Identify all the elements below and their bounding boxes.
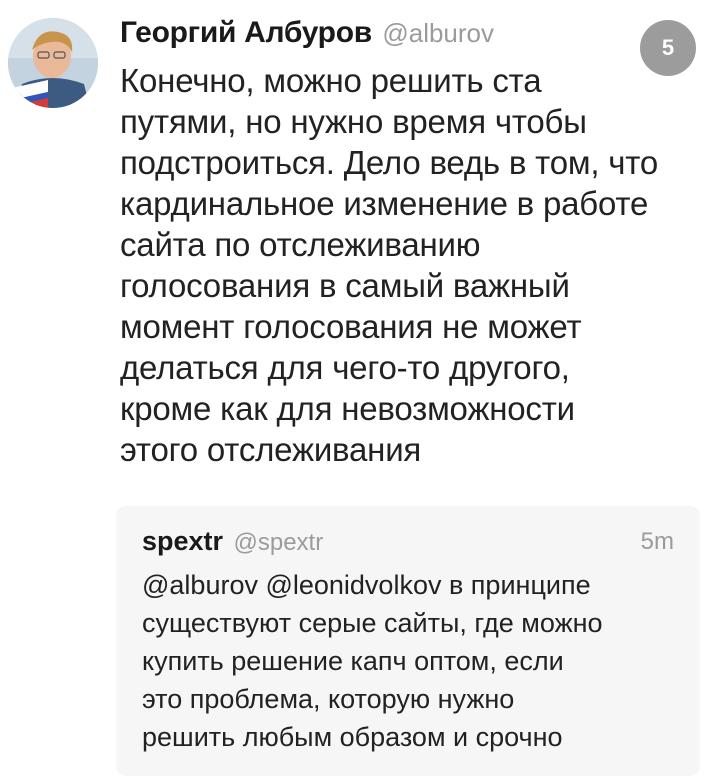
author-name[interactable]: Георгий Албуров: [120, 16, 372, 49]
tweet-text-line: этого отслеживания: [120, 431, 422, 468]
tweet-header: Георгий Албуров @alburov: [120, 16, 494, 50]
reply-text-line: купить решение капч оптом, если: [142, 646, 564, 676]
avatar-photo-icon: [8, 18, 98, 108]
reply-text: @alburov @leonidvolkov в принципе сущест…: [142, 566, 682, 756]
reply-text-line: @alburov @leonidvolkov в принципе: [142, 570, 591, 600]
tweet-text-line: голосования в самый важный: [120, 267, 570, 304]
tweet-text-line: кроме как для невозможности: [120, 390, 575, 427]
tweet-text-line: путями, но нужно время чтобы: [120, 103, 587, 140]
reply-text-line: решить любым образом и срочно: [142, 722, 563, 752]
tweet-text-line: подстроиться. Дело ведь в том, что: [120, 144, 658, 181]
tweet-text-line: кардинальное изменение в работе: [120, 185, 649, 222]
reply-author-name[interactable]: spextr: [142, 526, 223, 556]
reply-timestamp: 5m: [640, 528, 674, 555]
reply-author-handle[interactable]: @spextr: [234, 529, 324, 556]
quoted-reply-card[interactable]: spextr @spextr 5m @alburov @leonidvolkov…: [116, 506, 700, 776]
author-avatar[interactable]: [8, 18, 98, 108]
tweet-text-line: момент голосования не может: [120, 308, 582, 345]
tweet-text-line: сайта по отслеживанию: [120, 226, 481, 263]
author-handle[interactable]: @alburov: [382, 18, 494, 48]
reply-header: spextr @spextr 5m: [142, 526, 674, 562]
tweet-text-line: Конечно, можно решить ста: [120, 62, 542, 99]
reply-text-line: это проблема, которую нужно: [142, 684, 515, 714]
tweet-text-line: делаться для чего-то другого,: [120, 349, 570, 386]
tweet-text: Конечно, можно решить ста путями, но нуж…: [120, 60, 700, 470]
reply-text-line: существуют серые сайты, где можно: [142, 608, 603, 638]
